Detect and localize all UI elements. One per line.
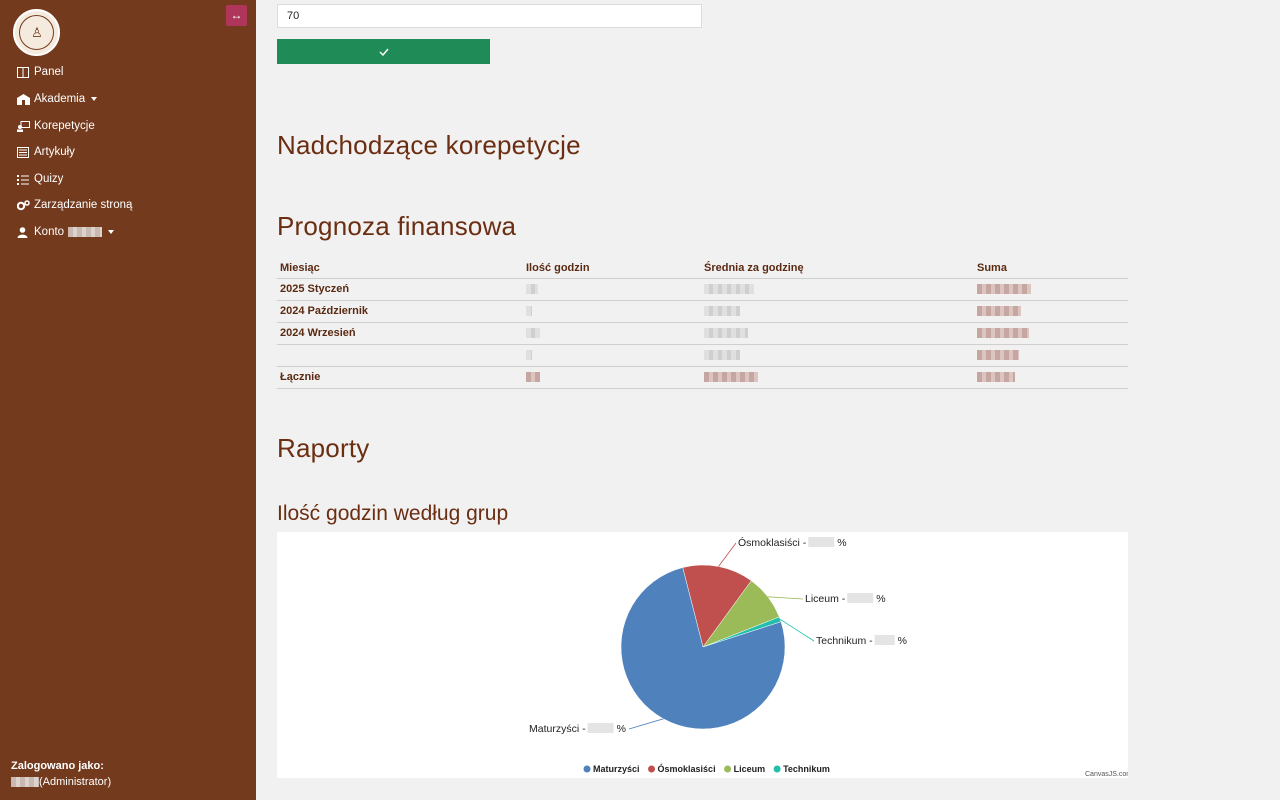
articles-icon — [17, 146, 30, 158]
sidebar-item-label: Artykuły — [34, 146, 75, 158]
finance-table: Miesiąc Ilość godzin Średnia za godzinę … — [277, 258, 1128, 389]
legend-marker[interactable] — [773, 765, 781, 773]
table-row — [277, 344, 1128, 367]
pie-percent-sign: % — [898, 635, 907, 647]
legend-marker[interactable] — [583, 765, 591, 773]
avg-cell — [701, 300, 974, 323]
column-header: Średnia za godzinę — [701, 258, 974, 279]
legend-item-maturzyści[interactable]: Maturzyści — [593, 764, 640, 774]
pie-label-technikum: Technikum - — [816, 635, 873, 647]
pie-label-maturzyści: Maturzyści - — [529, 723, 586, 735]
sidebar-item-label: Akademia — [34, 93, 86, 105]
pie-value-redacted — [808, 537, 835, 547]
column-header: Suma — [974, 258, 1128, 279]
pie-connector-line — [718, 542, 737, 567]
hours-cell — [523, 344, 701, 367]
pie-percent-sign: % — [617, 723, 626, 735]
sidebar-item-korepetycje[interactable]: Korepetycje — [17, 118, 95, 134]
sidebar-item-label: Korepetycje — [34, 120, 95, 132]
sum-cell — [974, 278, 1128, 301]
legend-item-technikum[interactable]: Technikum — [783, 764, 830, 774]
financial-forecast-heading: Prognoza finansowa — [277, 211, 517, 241]
chevron-down-icon — [108, 230, 115, 234]
pie-connector-line — [767, 596, 804, 600]
table-header-row: Miesiąc Ilość godzin Średnia za godzinę … — [277, 258, 1128, 279]
sidebar-item-konto[interactable]: Konto — [17, 224, 115, 240]
table-row: 2024 Październik — [277, 300, 1128, 323]
avg-cell — [701, 322, 974, 345]
legend-item-liceum[interactable]: Liceum — [734, 764, 766, 774]
pie-connector-line — [628, 718, 664, 730]
cogs-icon — [16, 199, 30, 211]
sidebar-item-label: Panel — [34, 66, 64, 78]
legend-marker[interactable] — [648, 765, 656, 773]
table-row: 2025 Styczeń — [277, 278, 1128, 301]
avg-cell — [701, 278, 974, 301]
hours-cell — [523, 300, 701, 323]
month-cell: Łącznie — [277, 366, 523, 389]
month-cell: 2024 Październik — [277, 300, 523, 323]
hours-cell — [523, 366, 701, 389]
pie-percent-sign: % — [876, 593, 885, 605]
quiz-icon — [17, 174, 30, 185]
pie-value-redacted — [847, 593, 874, 603]
academy-icon — [17, 93, 30, 105]
sidebar-item-label: Quizy — [34, 173, 64, 185]
upcoming-tutoring-heading: Nadchodzące korepetycje — [277, 130, 581, 160]
legend-item-ósmoklasiści[interactable]: Ósmoklasiści — [658, 763, 716, 774]
sidebar-item-artykuly[interactable]: Artykuły — [17, 144, 75, 160]
pie-value-redacted — [874, 635, 895, 645]
reports-heading: Raporty — [277, 433, 370, 463]
chevron-down-icon — [91, 97, 98, 101]
month-cell: 2024 Wrzesień — [277, 322, 523, 345]
pie-connector-line — [779, 618, 815, 642]
amount-input[interactable] — [277, 4, 702, 28]
month-cell — [277, 344, 523, 367]
sum-cell — [974, 300, 1128, 323]
academy-seal-icon[interactable]: ♙ — [13, 9, 60, 56]
hours-cell — [523, 278, 701, 301]
logged-as-label: Zalogowano jako: — [11, 760, 104, 772]
account-name-redacted — [68, 227, 103, 237]
column-header: Ilość godzin — [523, 258, 701, 279]
sidebar-item-akademia[interactable]: Akademia — [17, 91, 98, 107]
month-cell: 2025 Styczeń — [277, 278, 523, 301]
sidebar-item-label: Konto — [34, 226, 65, 238]
logged-in-info: Zalogowano jako: (Administrator) — [11, 758, 111, 790]
table-row: 2024 Wrzesień — [277, 322, 1128, 345]
sum-cell — [974, 322, 1128, 345]
legend-marker[interactable] — [724, 765, 732, 773]
pie-label-liceum: Liceum - — [805, 593, 846, 605]
panel-icon — [17, 66, 30, 78]
hours-by-group-chart: Ósmoklasiści - % Liceum - % Technikum - % M… — [277, 532, 1128, 778]
avg-cell — [701, 344, 974, 367]
hours-by-group-heading: Ilość godzin według grup — [277, 502, 509, 525]
pie-percent-sign: % — [837, 537, 846, 549]
user-icon — [17, 226, 30, 238]
sidebar-item-quizy[interactable]: Quizy — [17, 171, 63, 187]
hours-cell — [523, 322, 701, 345]
avg-cell — [701, 366, 974, 389]
sum-cell — [974, 344, 1128, 367]
sidebar-item-zarzadzanie[interactable]: Zarządzanie stroną — [16, 197, 133, 213]
pie-label-ósmoklasiści: Ósmoklasiści - — [738, 536, 807, 549]
column-header: Miesiąc — [277, 258, 523, 279]
sidebar: ♙ ↔ Panel Akademia Korepetycje Artykuły … — [0, 0, 256, 800]
tutoring-icon — [17, 120, 30, 132]
table-row: Łącznie — [277, 366, 1128, 389]
sidebar-toggle-button[interactable]: ↔ — [226, 5, 247, 26]
user-name-redacted — [11, 777, 39, 788]
check-icon — [379, 48, 389, 57]
confirm-button[interactable] — [277, 39, 490, 64]
sidebar-item-panel[interactable]: Panel — [17, 64, 63, 80]
chart-credit-link[interactable]: CanvasJS.com — [1085, 771, 1128, 778]
sum-cell — [974, 366, 1128, 389]
pie-value-redacted — [587, 723, 614, 733]
sidebar-item-label: Zarządzanie stroną — [34, 199, 133, 211]
user-role: (Administrator) — [39, 776, 112, 788]
pie-chart-svg: Ósmoklasiści - % Liceum - % Technikum - % M… — [529, 536, 1128, 778]
